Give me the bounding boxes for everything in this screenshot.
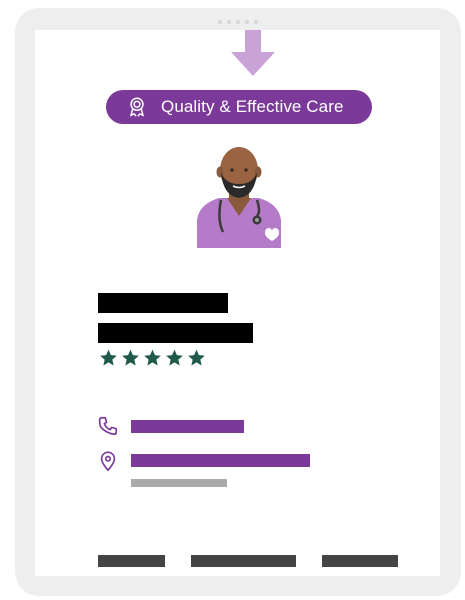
footer-button-1[interactable] [98,555,165,567]
star-icon [188,349,205,366]
redacted-name-line-1 [98,293,228,313]
redacted-name-line-2 [98,323,253,343]
down-arrow-icon [231,30,275,76]
location-pin-icon [100,451,116,472]
star-icon [144,349,161,366]
phone-number-bar[interactable] [131,420,244,433]
footer-button-2[interactable] [191,555,296,567]
tablet-screen: Quality & Effective Care [35,30,440,576]
address-line-bar[interactable] [131,454,310,467]
phone-icon [98,416,118,436]
star-icon [100,349,117,366]
badge-label: Quality & Effective Care [161,97,344,116]
address-secondary-bar [131,479,227,487]
star-icon [122,349,139,366]
star-icon [166,349,183,366]
doctor-avatar [197,147,281,248]
star-rating [98,348,207,368]
tablet-frame: Quality & Effective Care [15,8,461,596]
quality-care-badge: Quality & Effective Care [106,90,372,124]
award-ribbon-icon [129,97,145,117]
footer-button-3[interactable] [322,555,398,567]
camera-dots [15,20,461,24]
